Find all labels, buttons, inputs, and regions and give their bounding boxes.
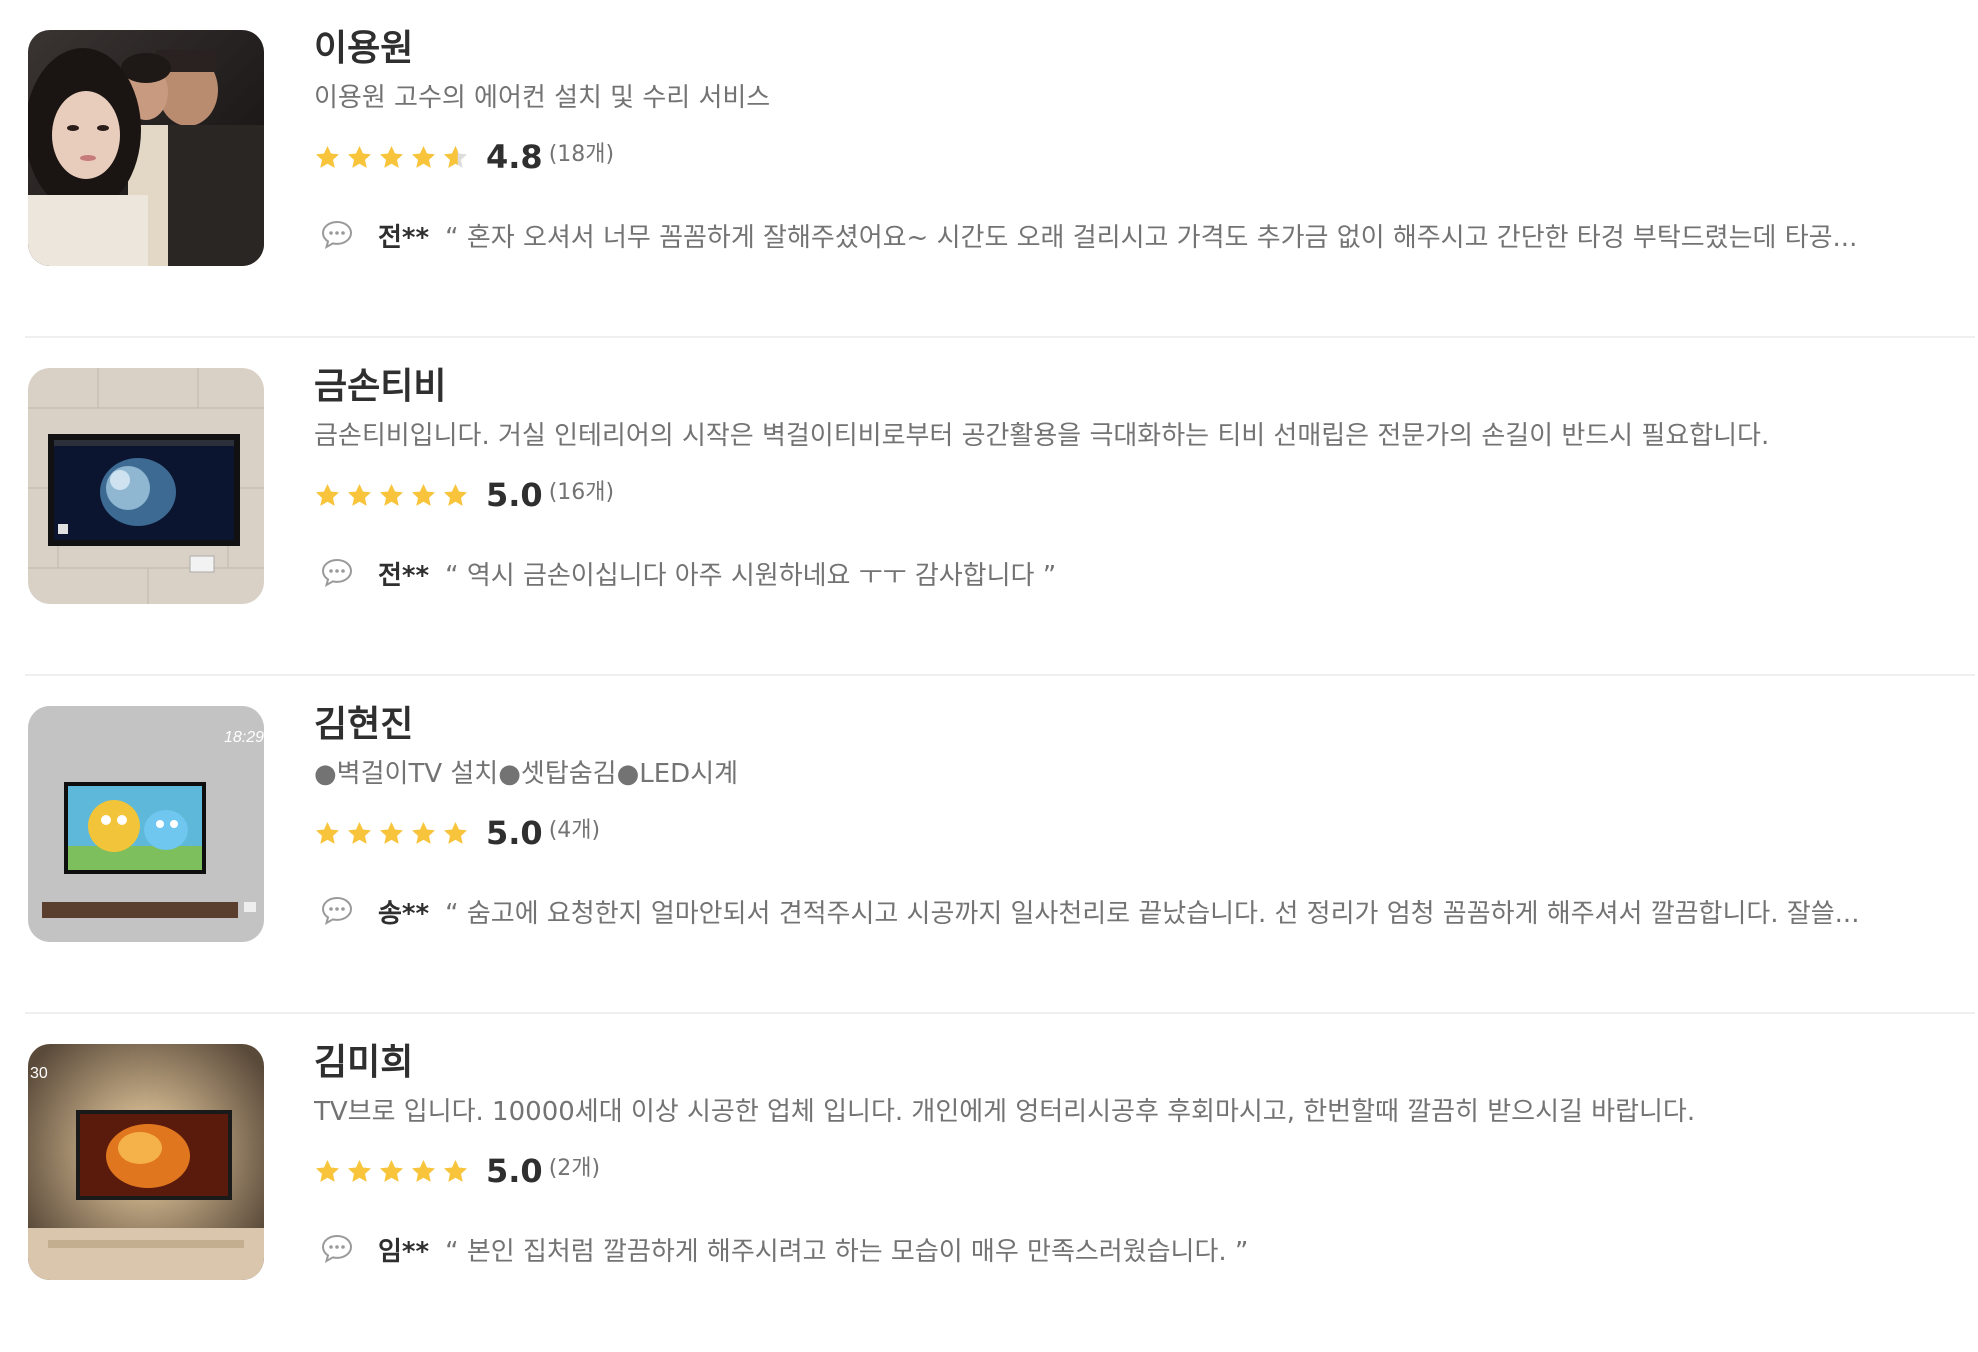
profile-photo-image: [28, 368, 264, 604]
star-rating: [314, 482, 474, 509]
reviewer-name: 전**: [378, 560, 430, 591]
rating-value: 4.8: [486, 138, 543, 176]
pro-card[interactable]: 이용원 이용원 고수의 에어컨 설치 및 수리 서비스 4.8 (18개) 전*…: [25, 0, 1975, 338]
rating-value: 5.0: [486, 814, 543, 852]
pro-info: 이용원 이용원 고수의 에어컨 설치 및 수리 서비스 4.8 (18개) 전*…: [314, 22, 1974, 256]
star-icon: [316, 821, 339, 844]
star-icon: [380, 145, 403, 168]
pro-card[interactable]: 금손티비 금손티비입니다. 거실 인테리어의 시작은 벽걸이티비로부터 공간활용…: [25, 338, 1975, 676]
review-preview[interactable]: 송** “ 숨고에 요청한지 얼마안되서 견적주시고 시공까지 일사천리로 끝났…: [314, 890, 1974, 932]
star-icon: [316, 145, 339, 168]
pro-description: 이용원 고수의 에어컨 설치 및 수리 서비스: [314, 83, 771, 113]
star-icon: [444, 1159, 467, 1182]
review-text: “ 숨고에 요청한지 얼마안되서 견적주시고 시공까지 일사천리로 끝났습니다.…: [445, 898, 1860, 929]
speech-bubble-icon: [321, 558, 353, 588]
pro-info: 김현진 ●벽걸이TV 설치●셋탑숨김●LED시계 5.0 (4개) 송** “ …: [314, 698, 1974, 932]
profile-photo-image: 18:29: [28, 706, 264, 942]
pro-name[interactable]: 금손티비: [314, 360, 1974, 414]
reviewer-name: 전**: [378, 222, 430, 253]
review-count: (16개): [548, 480, 615, 505]
pro-description: ●벽걸이TV 설치●셋탑숨김●LED시계: [314, 759, 739, 789]
pro-description: TV브로 입니다. 10000세대 이상 시공한 업체 입니다. 개인에게 엉터…: [314, 1097, 1696, 1127]
pro-profile-photo[interactable]: 30: [28, 1044, 264, 1280]
rating-row: 4.8 (18개): [314, 136, 1974, 178]
speech-bubble-icon: [321, 1234, 353, 1264]
star-icon: [316, 1159, 339, 1182]
review-count: (18개): [548, 142, 615, 167]
pro-profile-photo[interactable]: 18:29: [28, 706, 264, 942]
rating-row: 5.0 (4개): [314, 812, 1974, 854]
rating-row: 5.0 (2개): [314, 1150, 1974, 1192]
reviewer-name: 송**: [378, 898, 430, 929]
star-rating: [314, 820, 474, 847]
speech-bubble-icon: [321, 220, 353, 250]
review-text: “ 역시 금손이십니다 아주 시원하네요 ㅜㅜ 감사합니다 ”: [445, 560, 1057, 591]
pro-name[interactable]: 김현진: [314, 698, 1974, 752]
star-icon: [444, 821, 467, 844]
review-count: (2개): [548, 1156, 601, 1181]
star-rating: [314, 1158, 474, 1185]
pro-card[interactable]: 30 김미희 TV브로 입니다. 10000세대 이상 시공한 업체 입니다. …: [25, 1014, 1975, 1352]
reviewer-name: 임**: [378, 1236, 430, 1267]
star-icon: [348, 145, 371, 168]
pro-name[interactable]: 이용원: [314, 22, 1974, 76]
star-icon: [316, 483, 339, 506]
star-icon: [348, 1159, 371, 1182]
profile-photo-image: [28, 30, 264, 266]
half-star-icon: [444, 145, 467, 168]
rating-value: 5.0: [486, 476, 543, 514]
star-icon: [380, 483, 403, 506]
review-text: “ 혼자 오셔서 너무 꼼꼼하게 잘해주셨어요~ 시간도 오래 걸리시고 가격도…: [445, 222, 1858, 253]
star-icon: [380, 821, 403, 844]
pro-info: 김미희 TV브로 입니다. 10000세대 이상 시공한 업체 입니다. 개인에…: [314, 1036, 1974, 1270]
star-icon: [412, 821, 435, 844]
speech-bubble-icon: [321, 896, 353, 926]
rating-row: 5.0 (16개): [314, 474, 1974, 516]
rating-value: 5.0: [486, 1152, 543, 1190]
pro-profile-photo[interactable]: [28, 30, 264, 266]
star-icon: [348, 483, 371, 506]
pro-card[interactable]: 18:29 김현진 ●벽걸이TV 설치●셋탑숨김●LED시계 5.0 (4개) …: [25, 676, 1975, 1014]
review-preview[interactable]: 전** “ 역시 금손이십니다 아주 시원하네요 ㅜㅜ 감사합니다 ”: [314, 552, 1974, 594]
profile-photo-image: 30: [28, 1044, 264, 1280]
svg-text:18:29: 18:29: [224, 729, 264, 746]
svg-text:30: 30: [30, 1065, 48, 1082]
review-preview[interactable]: 임** “ 본인 집처럼 깔끔하게 해주시려고 하는 모습이 매우 만족스러웠습…: [314, 1228, 1974, 1270]
star-icon: [380, 1159, 403, 1182]
pro-info: 금손티비 금손티비입니다. 거실 인테리어의 시작은 벽걸이티비로부터 공간활용…: [314, 360, 1974, 594]
review-preview[interactable]: 전** “ 혼자 오셔서 너무 꼼꼼하게 잘해주셨어요~ 시간도 오래 걸리시고…: [314, 214, 1974, 256]
review-text: “ 본인 집처럼 깔끔하게 해주시려고 하는 모습이 매우 만족스러웠습니다. …: [445, 1236, 1249, 1267]
star-icon: [444, 483, 467, 506]
pro-name[interactable]: 김미희: [314, 1036, 1974, 1090]
pro-profile-photo[interactable]: [28, 368, 264, 604]
star-rating: [314, 144, 474, 171]
review-count: (4개): [548, 818, 601, 843]
star-icon: [412, 1159, 435, 1182]
star-icon: [412, 145, 435, 168]
star-icon: [348, 821, 371, 844]
pro-description: 금손티비입니다. 거실 인테리어의 시작은 벽걸이티비로부터 공간활용을 극대화…: [314, 421, 1770, 451]
star-icon: [412, 483, 435, 506]
